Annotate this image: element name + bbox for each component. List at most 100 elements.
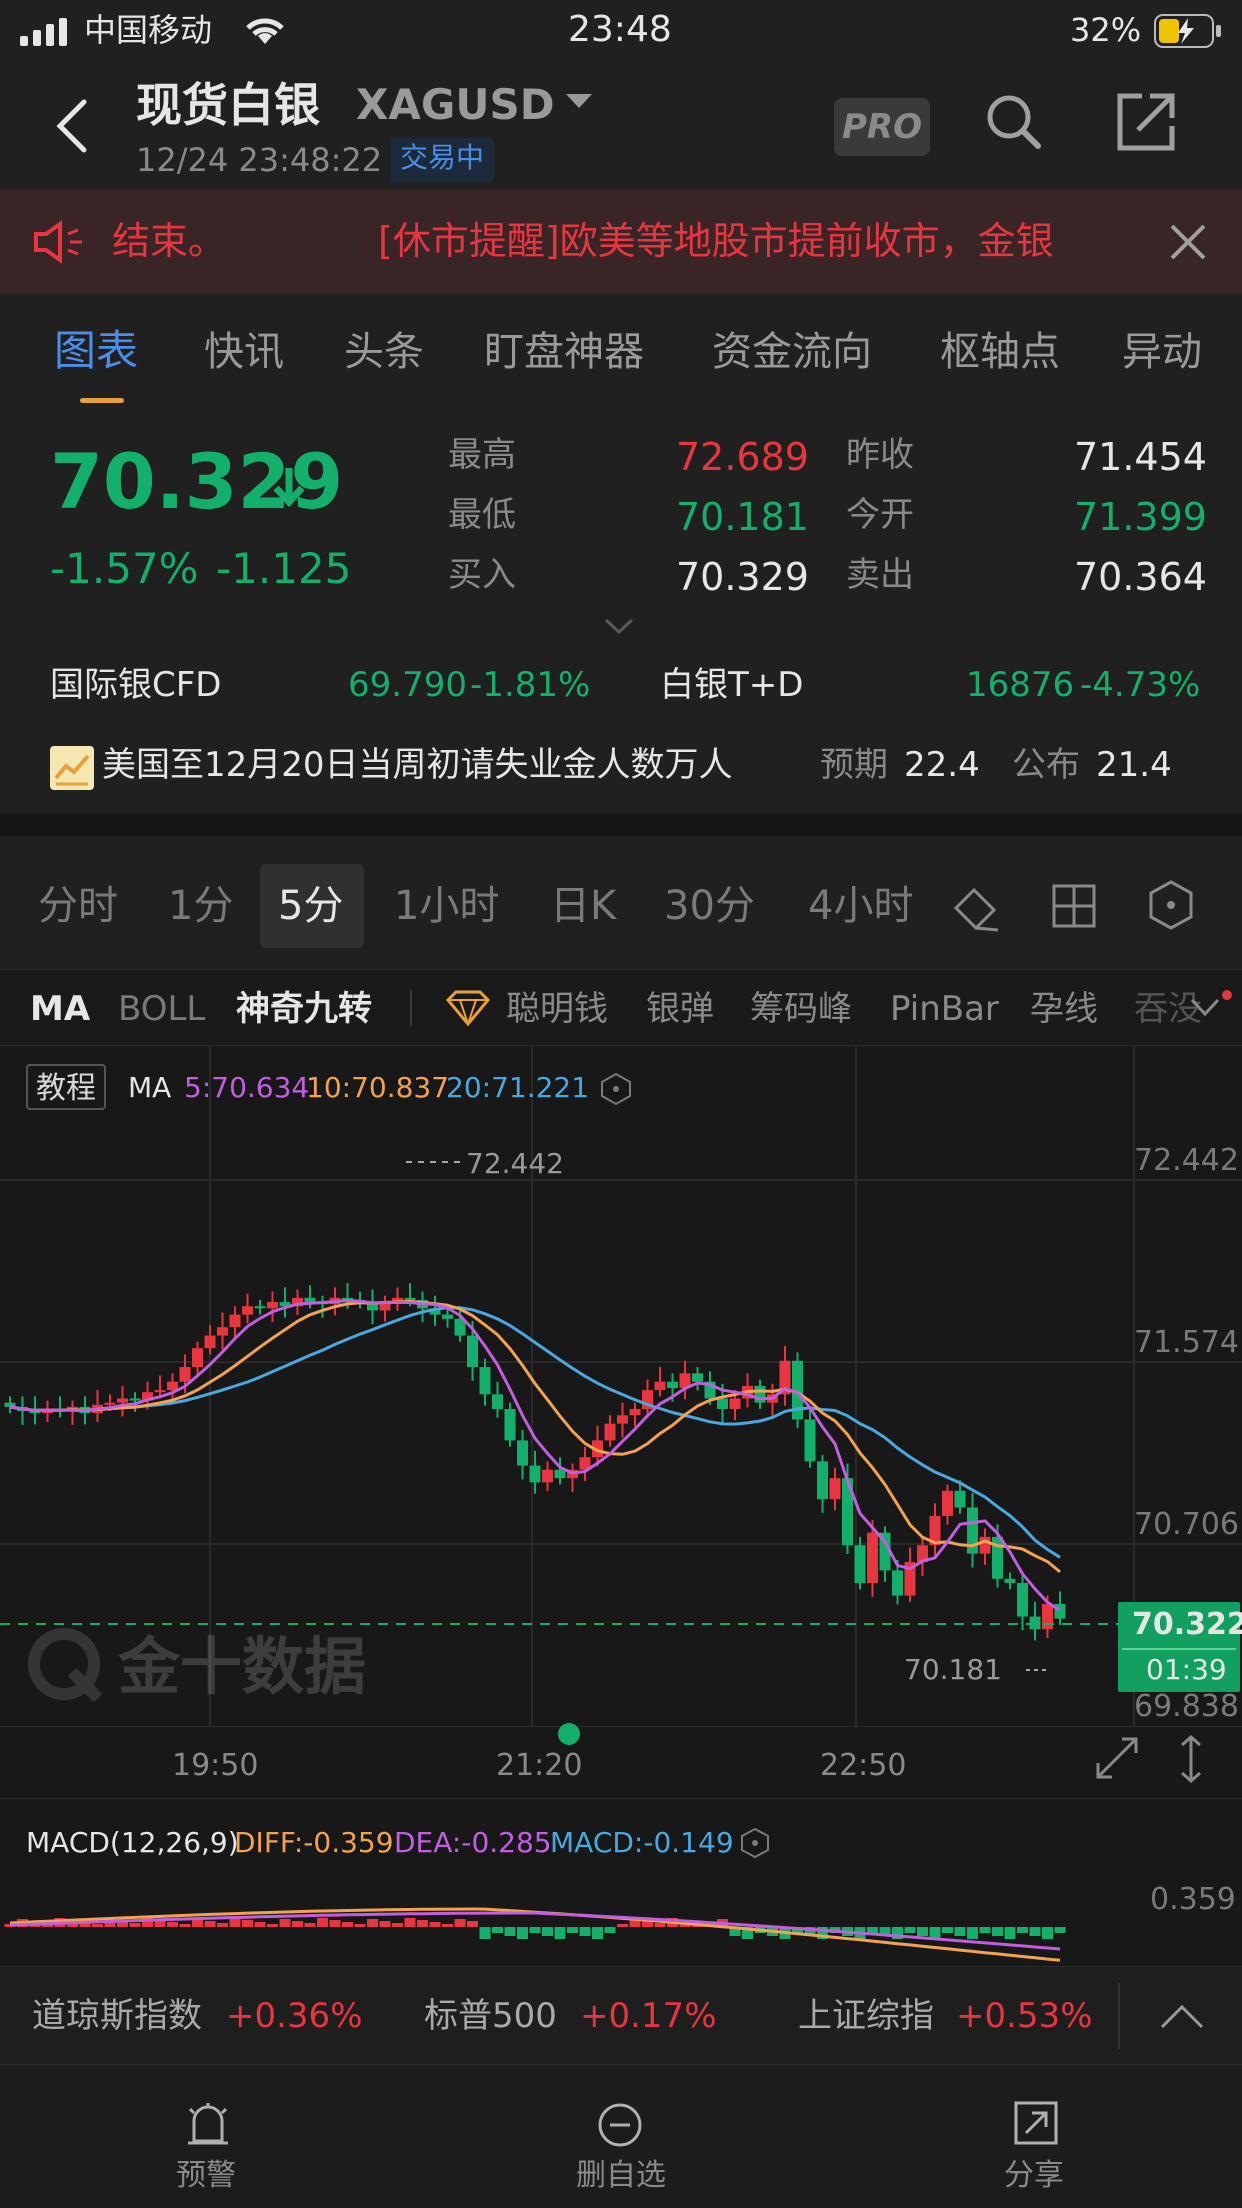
macd-bar: [129, 1923, 141, 1927]
ma-label: MA: [128, 1071, 172, 1104]
tab-monitor[interactable]: 盯盘神器: [484, 332, 644, 372]
search-icon[interactable]: [984, 92, 1044, 152]
candle-body: [492, 1394, 503, 1409]
ask-label: 卖出: [846, 555, 914, 595]
status-bar: 中国移动 23:48 32%: [0, 0, 1242, 62]
candle-body: [617, 1415, 628, 1424]
nav-remove-watchlist[interactable]: 删自选: [564, 2101, 676, 2201]
tutorial-button[interactable]: 教程: [26, 1064, 106, 1110]
related-name-0[interactable]: 国际银CFD: [50, 668, 221, 702]
indicator-silver-bullet[interactable]: 银弹: [646, 992, 714, 1026]
indicator-ma[interactable]: MA: [30, 992, 90, 1026]
macd-bar: [392, 1923, 403, 1927]
period-timeshare[interactable]: 分时: [38, 886, 118, 926]
expand-chevron-icon[interactable]: [604, 618, 634, 636]
layout-grid-icon[interactable]: [1052, 884, 1096, 928]
nav-share-label: 分享: [1004, 2158, 1064, 2193]
tab-chart[interactable]: 图表: [54, 330, 138, 372]
share-icon: [1014, 2101, 1058, 2145]
tab-anomaly[interactable]: 异动: [1122, 332, 1202, 372]
macd-bar: [654, 1923, 666, 1927]
time-axis: 19:50 21:20 22:50: [0, 1723, 1242, 1798]
period-4hour[interactable]: 4小时: [808, 886, 913, 926]
macd-bar: [379, 1921, 391, 1927]
quote-datetime: 12/24 23:48:22: [136, 141, 383, 179]
macd-bar: [279, 1919, 291, 1927]
pro-button[interactable]: PRO: [834, 98, 930, 156]
index-name-sse[interactable]: 上证综指: [798, 1999, 934, 2033]
tab-flash[interactable]: 快讯: [204, 332, 284, 372]
candle-body: [192, 1348, 203, 1368]
clock: 23:48: [568, 9, 672, 50]
bar-countdown: 01:39: [1146, 1653, 1227, 1686]
indicator-td9[interactable]: 神奇九转: [236, 992, 372, 1026]
candle-body: [304, 1297, 316, 1303]
ma-settings-icon[interactable]: [600, 1072, 632, 1106]
chevron-up-icon[interactable]: [1158, 2001, 1206, 2031]
indicator-boll[interactable]: BOLL: [118, 992, 205, 1026]
tab-headlines[interactable]: 头条: [344, 332, 424, 372]
candle-body: [817, 1461, 828, 1500]
high-value: 72.689: [676, 435, 809, 479]
period-1hour[interactable]: 1小时: [394, 886, 499, 926]
indicator-divider: [410, 990, 412, 1026]
macd-bar: [242, 1920, 253, 1927]
period-1min[interactable]: 1分: [168, 886, 233, 926]
indicator-pinbar[interactable]: PinBar: [890, 992, 999, 1026]
close-icon[interactable]: [1170, 224, 1206, 260]
period-30min[interactable]: 30分: [664, 886, 755, 926]
signal-icon: [20, 18, 67, 46]
candle-body: [154, 1390, 166, 1393]
macd-bar: [904, 1927, 916, 1933]
arrow-down-icon: [273, 468, 305, 508]
candle-body: [867, 1532, 878, 1583]
fullscreen-icon[interactable]: [1094, 1735, 1140, 1781]
settings-hexagon-icon[interactable]: [1148, 880, 1194, 930]
instrument-symbol[interactable]: XAGUSD: [356, 84, 555, 126]
macd-panel[interactable]: MACD(12,26,9) DIFF:-0.359 DEA:-0.285 MAC…: [0, 1798, 1242, 1966]
candle-body: [267, 1302, 278, 1309]
index-name-spx[interactable]: 标普500: [424, 1999, 557, 2033]
macd-bar: [617, 1924, 628, 1927]
chevron-down-icon[interactable]: [566, 94, 592, 112]
indicator-smart-money[interactable]: 聪明钱: [506, 992, 608, 1026]
related-name-1[interactable]: 白银T+D: [660, 668, 803, 702]
period-daily[interactable]: 日K: [550, 886, 616, 926]
indicator-harami[interactable]: 孕线: [1030, 992, 1098, 1026]
change-percent: -1.57%: [50, 544, 199, 593]
low-label: 最低: [448, 495, 516, 535]
index-change-spx: +0.17%: [580, 1996, 717, 2036]
indicator-chip-peak[interactable]: 筹码峰: [750, 992, 852, 1026]
macd-bar: [267, 1924, 278, 1927]
y-tick-0: 72.442: [1134, 1143, 1239, 1178]
vertical-scale-icon[interactable]: [1176, 1733, 1206, 1785]
notice-text-left: 结束。: [112, 219, 227, 263]
candle-body: [204, 1335, 216, 1349]
index-name-dji[interactable]: 道琼斯指数: [32, 1999, 202, 2033]
indicator-expand-icon[interactable]: [1190, 998, 1220, 1018]
notice-bar[interactable]: 结束。 [休市提醒]欧美等地股市提前收市，金银: [0, 190, 1242, 294]
candle-body: [654, 1381, 666, 1391]
candle-body: [829, 1478, 841, 1500]
high-marker-label: 72.442: [466, 1147, 564, 1180]
tab-pivot[interactable]: 枢轴点: [940, 332, 1060, 372]
kline-chart[interactable]: 教程 MA 5:70.634 10:70.837 20:71.221 72.44…: [0, 1046, 1242, 1726]
speaker-icon: [34, 220, 82, 264]
macd-bar: [254, 1922, 266, 1927]
candle-body: [542, 1469, 553, 1483]
event-actual-label: 公布: [1012, 745, 1080, 785]
nav-share[interactable]: 分享: [984, 2101, 1096, 2201]
macd-bar: [354, 1924, 366, 1927]
macd-bar: [329, 1920, 341, 1927]
draw-tool-icon[interactable]: [952, 880, 1002, 934]
period-5min[interactable]: 5分: [278, 886, 343, 926]
macd-bar: [567, 1927, 578, 1933]
share-external-icon[interactable]: [1114, 90, 1178, 154]
ask-value: 70.364: [1074, 555, 1207, 599]
event-title[interactable]: 美国至12月20日当周初请失业金人数万人: [102, 748, 733, 782]
tab-fund-flow[interactable]: 资金流向: [712, 332, 872, 372]
candle-body: [604, 1423, 616, 1441]
nav-alert[interactable]: 预警: [150, 2101, 262, 2201]
event-dot[interactable]: [558, 1723, 580, 1745]
back-icon[interactable]: [52, 98, 92, 154]
